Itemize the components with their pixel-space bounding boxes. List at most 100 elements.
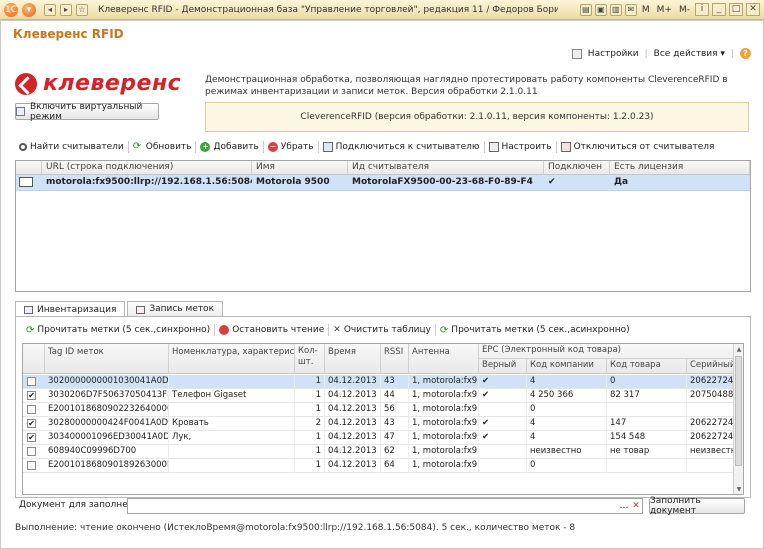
refresh-button[interactable]: ⟳ Обновить xyxy=(129,141,196,153)
find-readers-button[interactable]: Найти считыватели xyxy=(15,142,128,152)
table-row[interactable]: ✔ 3030206D7F50637050413F87 Телефон Gigaset… xyxy=(23,389,735,403)
table-row[interactable]: motorola:fx9500:llrp://192.168.1.56:5084… xyxy=(16,175,750,191)
cell-product: не товар xyxy=(607,445,687,459)
readers-toolbar: Найти считыватели ⟳ Обновить + Добавить − У… xyxy=(15,139,718,155)
row-checkbox[interactable]: ✔ xyxy=(27,391,36,400)
row-checkbox[interactable] xyxy=(27,447,36,456)
inventory-panel: ⟳ Прочитать метки (5 сек.,синхронно) Оста… xyxy=(15,316,751,498)
document-input[interactable]: … ✕ xyxy=(127,498,643,514)
read-tags-async-button[interactable]: ⟳ Прочитать метки (5 сек.,асинхронно) xyxy=(436,325,634,336)
row-checkbox[interactable] xyxy=(27,377,36,386)
disconnect-reader-button[interactable]: Отключиться от считывателя xyxy=(557,142,719,152)
remove-reader-button[interactable]: − Убрать xyxy=(264,142,318,152)
col-license[interactable]: Есть лицензия xyxy=(610,161,750,174)
forward-icon[interactable]: ▸ xyxy=(60,3,72,16)
dropdown-icon[interactable]: ▾ xyxy=(22,2,36,17)
cell-product: 154 548 xyxy=(607,431,687,445)
cell-time: 04.12.2013 ... xyxy=(325,459,381,473)
cell-ant: 1, motorola:fx95... xyxy=(409,431,479,445)
table-row[interactable]: E200101868090189263000D3D 104.12.2013 ...… xyxy=(23,459,735,473)
cell-company: 0 xyxy=(527,459,607,473)
cell-time: 04.12.2013 ... xyxy=(325,403,381,417)
cell-valid xyxy=(479,403,527,417)
tags-table-scrollbar[interactable]: ▲ ▼ xyxy=(733,344,743,494)
table-row[interactable]: ✔ 30280000000424F0041A0D76 Кровать 2 04.12.2… xyxy=(23,417,735,431)
configure-reader-button[interactable]: Настроить xyxy=(485,142,556,152)
table-row[interactable]: 608940C09996D700 104.12.2013 ...621, moto… xyxy=(23,445,735,459)
cell-rssi: 56 xyxy=(381,403,409,417)
cell-product xyxy=(607,403,687,417)
col-company-code[interactable]: Код компании xyxy=(527,359,607,374)
doc-icon[interactable]: ▥ xyxy=(609,3,622,16)
cell-rssi: 64 xyxy=(381,459,409,473)
minimize-icon[interactable]: _ xyxy=(712,3,726,16)
cell-rssi: 62 xyxy=(381,445,409,459)
col-qty[interactable]: Кол-шт. xyxy=(295,344,325,374)
cell-serial: неизвестно xyxy=(687,445,735,459)
col-valid[interactable]: Верный xyxy=(479,359,527,374)
info-icon[interactable]: i xyxy=(695,3,709,16)
row-checkbox[interactable]: ✔ xyxy=(27,419,36,428)
clear-document-icon[interactable]: ✕ xyxy=(630,499,642,513)
cell-tag: 3030206D7F50637050413F87 xyxy=(45,389,169,403)
table-row[interactable]: E200101868090223264000C6 104.12.2013 ...5… xyxy=(23,403,735,417)
scroll-thumb[interactable] xyxy=(735,356,742,466)
scroll-up-icon[interactable]: ▲ xyxy=(735,346,743,354)
close-icon[interactable]: ✕ xyxy=(746,3,760,16)
read-icon: ⟳ xyxy=(26,324,35,336)
col-nomenclature[interactable]: Номенклатура, характеристика xyxy=(169,344,295,374)
mail-icon[interactable]: ✉ xyxy=(624,3,637,16)
col-reader-id[interactable]: Ид считывателя xyxy=(348,161,544,174)
tabs: Инвентаризация Запись меток xyxy=(15,301,224,318)
cell-company: 0 xyxy=(527,403,607,417)
help-icon[interactable]: ? xyxy=(740,48,751,59)
col-url[interactable]: URL (строка подключения) xyxy=(42,161,252,174)
save-icon[interactable]: ▣ xyxy=(594,3,607,16)
col-time[interactable]: Время xyxy=(325,344,381,374)
col-name[interactable]: Имя xyxy=(252,161,348,174)
col-tag-id[interactable]: Tag ID меток xyxy=(45,344,169,374)
cleverence-logo-mark-icon xyxy=(15,72,37,95)
print-icon[interactable]: ▤ xyxy=(579,3,592,16)
col-serial[interactable]: Серийный xyxy=(687,359,735,374)
refresh-icon: ⟳ xyxy=(132,141,142,152)
col-epc[interactable]: EPC (Электронный код товара) xyxy=(479,344,735,359)
connect-reader-button[interactable]: Подключиться к считывателю xyxy=(319,142,484,152)
scroll-down-icon[interactable]: ▼ xyxy=(735,486,743,494)
version-info: CleverenceRFID (версия обработки: 2.1.0.… xyxy=(205,102,749,132)
memory-mminus-button[interactable]: M- xyxy=(677,5,692,15)
cell-tag: 3020000000001030041A0D6E xyxy=(45,375,169,389)
settings-link[interactable]: Настройки xyxy=(588,49,639,59)
cell-nom xyxy=(169,459,295,473)
row-checkbox[interactable] xyxy=(27,461,36,470)
stop-reading-button[interactable]: Остановить чтение xyxy=(215,325,328,335)
col-rssi[interactable]: RSSI xyxy=(381,344,409,374)
row-checkbox[interactable] xyxy=(27,405,36,414)
all-actions-menu[interactable]: Все действия ▾ xyxy=(654,49,725,59)
row-checkbox[interactable]: ✔ xyxy=(27,433,36,442)
cell-ant: 1, motorola:fx95... xyxy=(409,389,479,403)
enable-virtual-mode-button[interactable]: Включить виртуальный режим xyxy=(15,102,159,122)
select-document-icon[interactable]: … xyxy=(618,499,630,513)
memory-mplus-button[interactable]: M+ xyxy=(655,5,674,15)
col-product-code[interactable]: Код товара xyxy=(607,359,687,374)
table-row[interactable]: 3020000000001030041A0D6E104.12.2013 ...4… xyxy=(23,375,735,389)
fill-document-button[interactable]: Заполнить документ xyxy=(649,496,745,516)
clear-icon: ✕ xyxy=(333,325,341,335)
col-connected[interactable]: Подключен xyxy=(544,161,610,174)
app-menu-icon[interactable]: 1C xyxy=(4,2,18,17)
table-row[interactable]: ✔ 303400001096ED30041A0DBE Лук, 1 04.12.2013… xyxy=(23,431,735,445)
tab-write-tags[interactable]: Запись меток xyxy=(127,301,224,317)
cell-nom xyxy=(169,375,295,389)
maximize-icon[interactable]: □ xyxy=(729,3,743,16)
add-reader-button[interactable]: + Добавить xyxy=(196,142,262,152)
read-tags-sync-button[interactable]: ⟳ Прочитать метки (5 сек.,синхронно) xyxy=(22,325,214,336)
col-antenna[interactable]: Антенна xyxy=(409,344,479,374)
cell-serial: 206227246 xyxy=(687,431,735,445)
cell-serial: 207504883 xyxy=(687,389,735,403)
star-icon[interactable]: ☆ xyxy=(76,3,88,16)
memory-m-button[interactable]: M xyxy=(640,5,652,15)
cell-company: 4 250 366 xyxy=(527,389,607,403)
clear-table-button[interactable]: ✕ Очистить таблицу xyxy=(329,325,435,335)
back-icon[interactable]: ◂ xyxy=(44,3,56,16)
